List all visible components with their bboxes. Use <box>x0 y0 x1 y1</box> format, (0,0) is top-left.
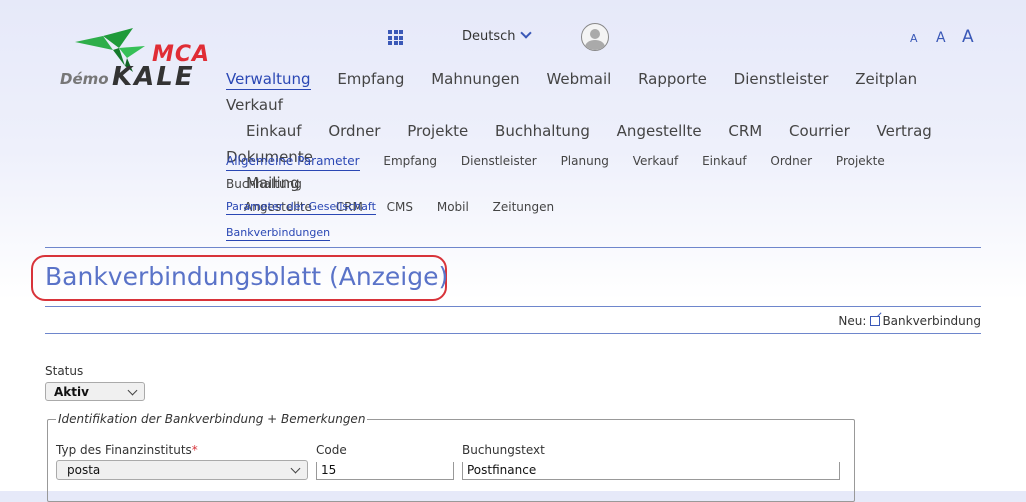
font-size-medium-button[interactable]: A <box>936 30 946 46</box>
nav-webmail[interactable]: Webmail <box>546 66 611 92</box>
apps-grid-icon[interactable] <box>388 30 403 45</box>
nav-courrier[interactable]: Courrier <box>789 118 850 144</box>
font-size-large-button[interactable]: A <box>962 27 974 47</box>
booking-text-label: Buchungstext <box>462 443 545 457</box>
nav-mahnungen[interactable]: Mahnungen <box>431 66 519 92</box>
nav-verwaltung[interactable]: Verwaltung <box>226 69 311 90</box>
logo[interactable]: MCA Démo KALE <box>60 28 220 98</box>
code-label: Code <box>316 443 347 457</box>
institute-type-label: Typ des Finanzinstituts* <box>56 443 198 457</box>
required-marker: * <box>191 443 198 457</box>
institute-type-label-text: Typ des Finanzinstituts <box>56 443 192 457</box>
logo-kale-text: KALE <box>112 62 195 92</box>
nav-buchhaltung[interactable]: Buchhaltung <box>495 118 590 144</box>
new-label: Neu: <box>838 314 867 328</box>
subnav-empfang[interactable]: Empfang <box>383 150 437 173</box>
subnav-planung[interactable]: Planung <box>561 150 609 173</box>
subnav-mobil[interactable]: Mobil <box>437 196 469 219</box>
new-bankverbindung-link[interactable]: Bankverbindung <box>882 314 981 328</box>
status-value: Aktiv <box>54 385 89 399</box>
logo-demo-text: Démo <box>60 70 109 88</box>
subnav-projekte[interactable]: Projekte <box>836 150 885 173</box>
nav-einkauf[interactable]: Einkauf <box>246 118 302 144</box>
divider <box>45 247 981 248</box>
chevron-down-icon <box>127 385 138 396</box>
subnav-ordner[interactable]: Ordner <box>770 150 812 173</box>
code-input[interactable]: 15 <box>316 462 454 480</box>
nav-crm[interactable]: CRM <box>728 118 762 144</box>
identification-fieldset: Identifikation der Bankverbindung + Beme… <box>47 412 855 502</box>
nav-angestellte[interactable]: Angestellte <box>617 118 702 144</box>
language-selected: Deutsch <box>462 29 516 44</box>
nav-rapporte[interactable]: Rapporte <box>638 66 707 92</box>
user-avatar-icon[interactable] <box>581 23 609 51</box>
page-title: Bankverbindungsblatt (Anzeige) <box>45 262 449 291</box>
subnav-allgemeine-parameter[interactable]: Allgemeine Parameter <box>226 153 360 171</box>
font-size-small-button[interactable]: A <box>910 32 918 45</box>
language-selector[interactable]: Deutsch <box>462 27 532 44</box>
booking-text-input[interactable]: Postfinance <box>462 462 840 480</box>
chevron-down-icon <box>519 27 532 39</box>
subnav-zeitungen[interactable]: Zeitungen <box>493 196 554 219</box>
subnav-verkauf[interactable]: Verkauf <box>633 150 679 173</box>
nav-zeitplan[interactable]: Zeitplan <box>855 66 917 92</box>
nav-dienstleister[interactable]: Dienstleister <box>734 66 829 92</box>
nav-verkauf[interactable]: Verkauf <box>226 92 283 118</box>
divider <box>45 333 981 334</box>
subnav-dienstleister[interactable]: Dienstleister <box>461 150 537 173</box>
nav-projekte[interactable]: Projekte <box>407 118 468 144</box>
institute-type-select[interactable]: posta <box>56 460 308 480</box>
subnav-buchhaltung[interactable]: Buchhaltung <box>226 173 302 196</box>
nav-empfang[interactable]: Empfang <box>337 66 404 92</box>
main-nav-row-1: Verwaltung Empfang Mahnungen Webmail Rap… <box>226 66 986 118</box>
subnav-einkauf[interactable]: Einkauf <box>702 150 746 173</box>
new-entry-area: Neu: Bankverbindung <box>838 314 981 328</box>
chevron-down-icon <box>290 463 301 474</box>
nav-ordner[interactable]: Ordner <box>328 118 380 144</box>
link-bankverbindungen[interactable]: Bankverbindungen <box>226 226 331 241</box>
fieldset-legend: Identifikation der Bankverbindung + Beme… <box>58 412 366 426</box>
nav-vertrag[interactable]: Vertrag <box>877 118 932 144</box>
external-link-icon <box>870 316 881 326</box>
subnav-cms[interactable]: CMS <box>387 196 413 219</box>
sub-nav-row-1: Allgemeine Parameter Empfang Dienstleist… <box>226 150 986 196</box>
status-select[interactable]: Aktiv <box>45 382 145 401</box>
institute-type-value: posta <box>67 463 101 477</box>
divider <box>45 306 981 307</box>
status-label: Status <box>45 364 84 378</box>
link-parameter-der-gesellschaft[interactable]: Parameter der Gesellschaft <box>226 200 376 215</box>
